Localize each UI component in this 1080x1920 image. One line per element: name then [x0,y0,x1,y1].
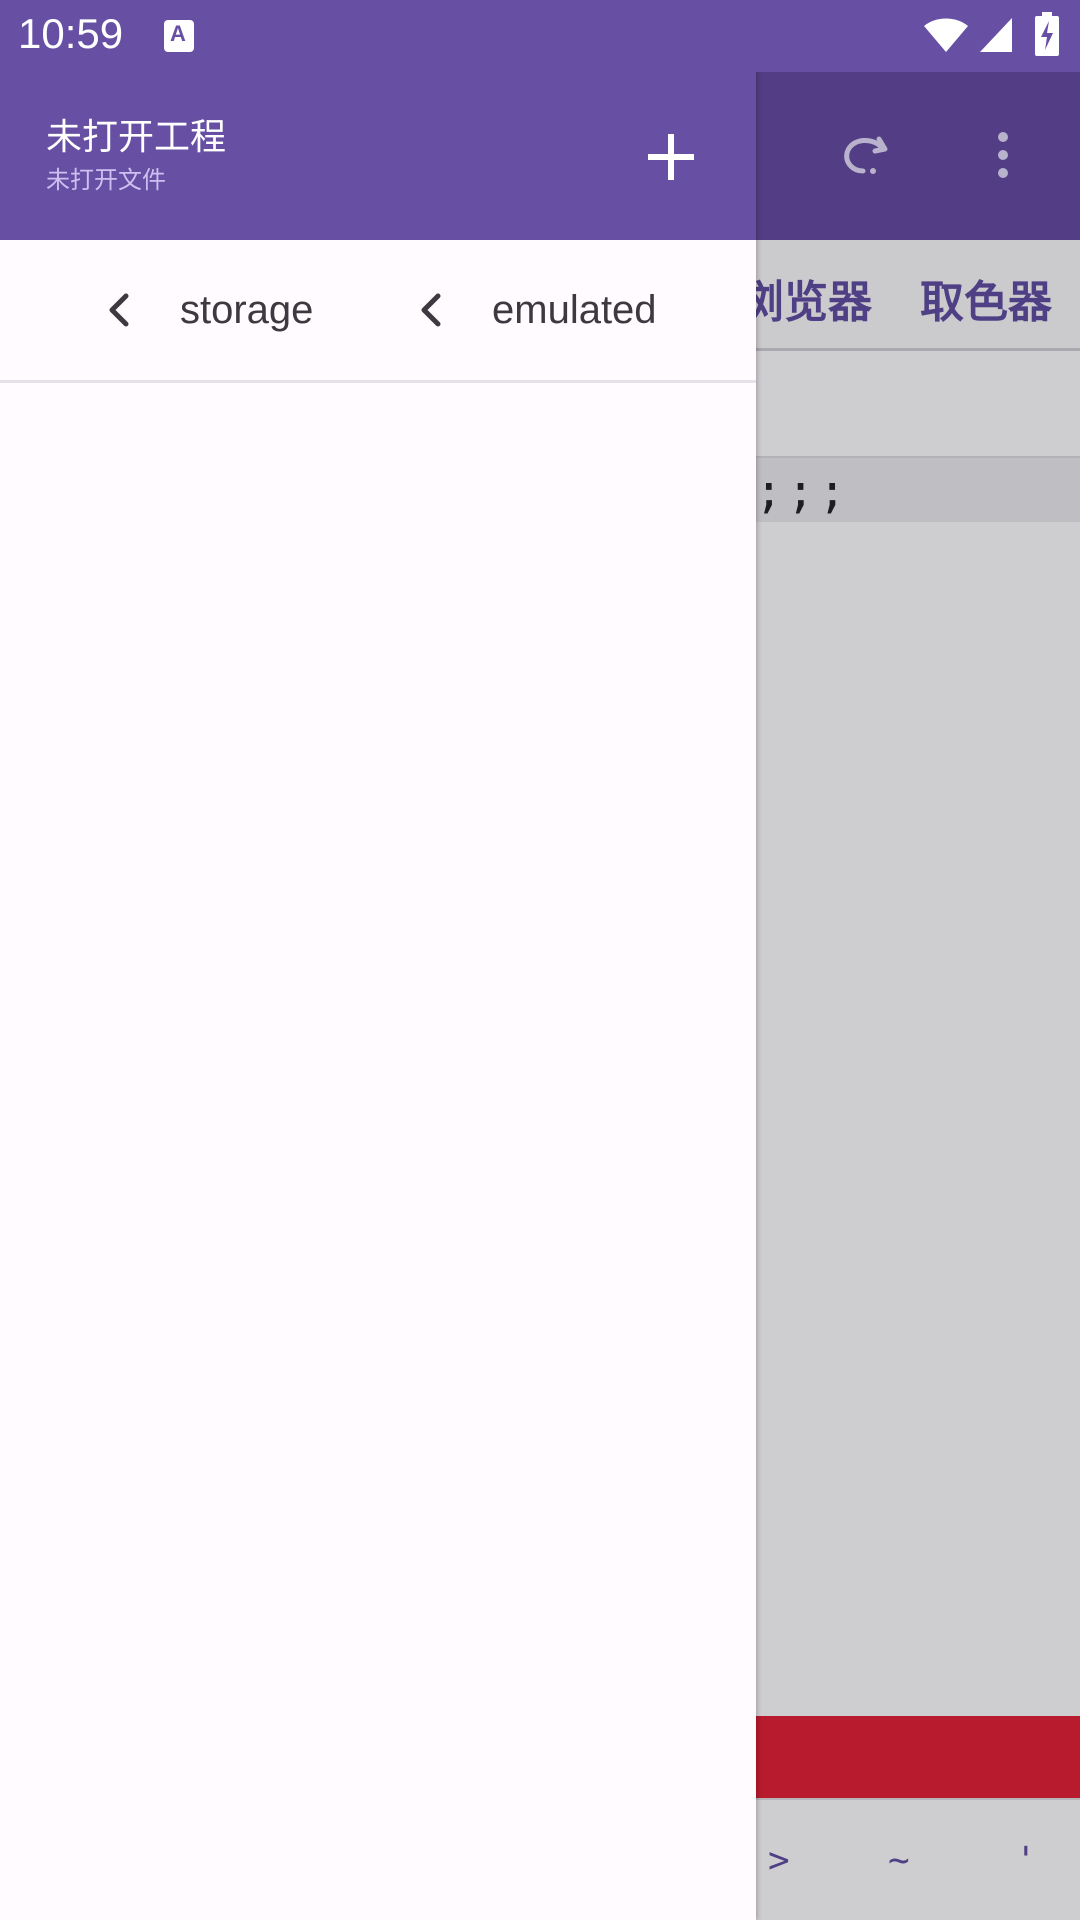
drawer-header: 未打开工程 未打开文件 [0,72,756,240]
status-bar: 10:59 A [0,0,1080,72]
breadcrumb-emulated[interactable]: emulated [412,280,657,340]
breadcrumb-storage[interactable]: storage [100,280,313,340]
tab-color-picker[interactable]: 取色器 [920,266,1052,330]
breadcrumb: storage emulated [0,240,756,383]
project-title: 未打开工程 [46,117,227,158]
tab-browser[interactable]: 浏览器 [740,266,872,330]
symbol-key[interactable]: ' [1015,1840,1037,1881]
chevron-left-icon [421,293,441,327]
chevron-left-icon [109,293,129,327]
wifi-icon [924,18,968,52]
more-vert-icon[interactable] [985,125,1021,185]
symbol-key[interactable]: ~ [888,1840,910,1881]
file-list[interactable] [0,383,756,1920]
breadcrumb-label: storage [180,287,314,332]
plus-icon[interactable] [636,122,706,192]
screen: 浏览器 取色器 ;;; > ~ ' 10:59 A 未打开工程 未打开文件 st… [0,0,1080,1920]
symbol-key[interactable]: > [768,1840,790,1881]
status-time: 10:59 [18,10,124,57]
navigation-drawer: 未打开工程 未打开文件 storage emulated [0,0,756,1920]
battery-charging-icon [1035,12,1059,56]
a-keyboard-icon: A [164,20,194,52]
redo-icon[interactable] [835,125,895,185]
file-subtitle: 未打开文件 [46,166,166,194]
breadcrumb-label: emulated [492,287,657,332]
editor-line-text: ;;; [755,464,851,518]
signal-icon [980,18,1012,52]
